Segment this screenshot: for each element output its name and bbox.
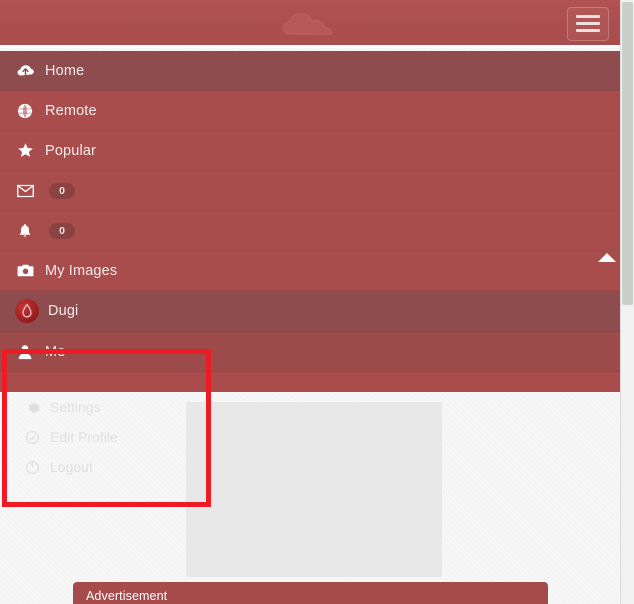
- hamburger-bar: [576, 29, 600, 32]
- person-icon: [15, 342, 35, 362]
- hamburger-menu-button[interactable]: [567, 7, 609, 41]
- menu-item-remote[interactable]: Remote: [0, 91, 621, 131]
- app-root: Advertisement Settings Edit Profile Logo…: [0, 0, 634, 604]
- user-avatar: [15, 299, 39, 323]
- submenu-item-settings[interactable]: Settings: [0, 392, 212, 422]
- menu-item-notifications[interactable]: 0: [0, 211, 621, 251]
- page-scrollbar[interactable]: [620, 0, 634, 604]
- content-placeholder: [186, 402, 442, 577]
- account-label: Dugi: [48, 303, 79, 319]
- menu-item-home[interactable]: Home: [0, 51, 621, 91]
- globe-icon: [15, 101, 35, 121]
- menu-item-label: Home: [45, 62, 85, 79]
- navigation-menu-panel: Home Remote Popular 0 0 My Images Dugi M…: [0, 51, 621, 392]
- advertisement-label: Advertisement: [86, 589, 168, 603]
- submenu-item-logout[interactable]: Logout: [0, 452, 212, 482]
- menu-item-label: Me: [45, 343, 66, 360]
- menu-item-my-images[interactable]: My Images: [0, 251, 621, 291]
- envelope-icon: [15, 181, 35, 201]
- menu-item-label: Remote: [45, 102, 97, 119]
- chevron-up-icon[interactable]: [598, 253, 616, 262]
- notifications-count-badge: 0: [49, 222, 75, 239]
- menu-item-label: My Images: [45, 262, 118, 279]
- logout-icon: [24, 459, 41, 476]
- account-submenu-fading: Settings Edit Profile Logout: [0, 392, 212, 482]
- bell-icon: [15, 221, 35, 241]
- top-navbar: [0, 0, 621, 48]
- menu-item-popular[interactable]: Popular: [0, 131, 621, 171]
- star-icon: [15, 141, 35, 161]
- hamburger-bar: [576, 22, 600, 25]
- edit-profile-icon: [24, 429, 41, 446]
- menu-item-messages[interactable]: 0: [0, 171, 621, 211]
- cloud-upload-icon: [15, 61, 35, 81]
- cloud-logo[interactable]: [268, 7, 358, 41]
- hamburger-bar: [576, 15, 600, 18]
- scrollbar-thumb[interactable]: [622, 2, 633, 305]
- menu-item-account-dugi[interactable]: Dugi: [0, 291, 621, 332]
- menu-item-me[interactable]: Me: [0, 332, 621, 372]
- menu-item-label: Popular: [45, 142, 97, 159]
- messages-count-badge: 0: [49, 182, 75, 199]
- submenu-item-edit-profile[interactable]: Edit Profile: [0, 422, 212, 452]
- submenu-item-label: Settings: [50, 399, 101, 415]
- gear-icon: [24, 399, 41, 416]
- submenu-item-label: Logout: [50, 459, 93, 475]
- advertisement-bar: Advertisement: [73, 582, 548, 604]
- submenu-item-label: Edit Profile: [50, 429, 118, 445]
- camera-icon: [15, 261, 35, 281]
